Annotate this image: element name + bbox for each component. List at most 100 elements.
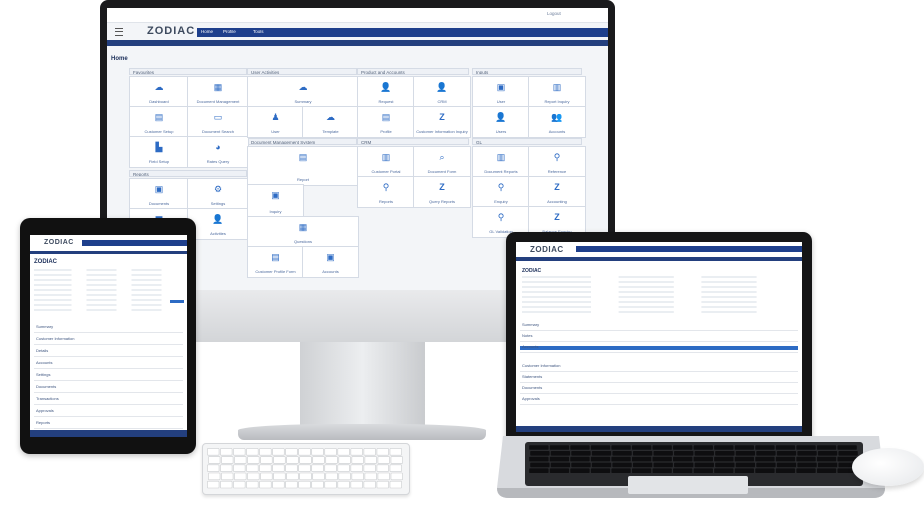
key — [220, 480, 233, 489]
tile[interactable]: ▦ Document Management — [187, 76, 249, 108]
panel-row[interactable]: Accounts — [520, 342, 798, 353]
key — [570, 468, 590, 473]
key — [755, 456, 775, 462]
tile[interactable]: ▣ Documents — [129, 178, 189, 210]
panel-row[interactable]: Customer Information — [520, 361, 798, 372]
tile[interactable]: ⚙ Settings — [187, 178, 249, 210]
tablet-action-button[interactable] — [170, 300, 184, 303]
key — [590, 468, 611, 473]
key — [674, 451, 694, 456]
key — [312, 456, 325, 464]
panel-row[interactable]: Summary — [34, 321, 183, 333]
tile[interactable]: ⚲ Reports — [357, 176, 415, 208]
panel-row[interactable]: Customer Information — [34, 333, 183, 345]
tile[interactable]: 👤 Request — [357, 76, 415, 108]
tile[interactable]: ☁ Dashboard — [129, 76, 189, 108]
section-dms: Document Management System — [247, 138, 357, 145]
panel-row[interactable]: Statements — [520, 372, 798, 383]
key — [797, 462, 817, 468]
key — [311, 480, 324, 489]
tile[interactable]: ▣ Inquiry — [247, 184, 304, 218]
tab-tools[interactable]: Tools — [253, 30, 264, 35]
key — [234, 456, 247, 464]
tile[interactable]: ♟ User — [247, 106, 304, 138]
tile[interactable]: ▤ Profile — [357, 106, 415, 138]
section-gl: GL — [472, 138, 582, 145]
tile[interactable]: ▭ Document Search — [187, 106, 249, 138]
tile[interactable]: ▥ Report Inquiry — [528, 76, 586, 108]
panel-row[interactable]: Settings — [34, 369, 183, 381]
key — [259, 448, 272, 456]
tile[interactable]: Z Customer Information Inquiry — [413, 106, 471, 138]
key — [285, 448, 298, 456]
tile[interactable]: Z Accounting — [528, 176, 586, 208]
tile[interactable]: ▦ Questions — [247, 216, 359, 248]
logout-link[interactable]: Logout — [547, 12, 561, 17]
panel-row[interactable]: Documents — [520, 383, 798, 394]
section-favourites: Favourites — [129, 68, 247, 75]
tile[interactable]: ▥ Customer Portal — [357, 146, 415, 178]
laptop-panel-list: Summary Notes Accounts Customer Information… — [520, 320, 798, 405]
tile[interactable]: ▣ Accounts — [302, 246, 359, 278]
laptop-touchpad[interactable] — [628, 476, 748, 494]
key — [775, 456, 796, 462]
location-icon: ⚲ — [497, 182, 505, 192]
panel-row[interactable]: Reports — [34, 417, 183, 429]
key — [590, 445, 611, 450]
key — [298, 448, 311, 456]
tile[interactable]: Z Query Reports — [413, 176, 471, 208]
tile[interactable]: ⌕ Document Form — [413, 146, 471, 178]
panel-row[interactable]: Summary — [520, 320, 798, 331]
document-icon: ▣ — [154, 184, 164, 194]
panel-row[interactable]: Accounts — [34, 357, 183, 369]
tile[interactable]: 👤 CRM — [413, 76, 471, 108]
tile[interactable]: ◕ Rates Query — [187, 136, 249, 168]
key — [338, 456, 351, 464]
menu-icon[interactable] — [115, 28, 123, 36]
monitor-top-bar — [107, 8, 608, 23]
tab-home[interactable]: Home — [201, 30, 213, 35]
key — [272, 464, 285, 472]
laptop-screen: ZODIAC ZODIAC Summary Notes Accounts Custom… — [516, 242, 802, 432]
tile[interactable]: ☁ Template — [302, 106, 359, 138]
tile[interactable]: ▤ Report — [247, 146, 359, 186]
cloud-icon: ☁ — [326, 112, 335, 122]
tile[interactable]: ▤ Customer Setup — [129, 106, 189, 138]
zodiac-icon: Z — [439, 112, 445, 122]
key — [735, 451, 756, 456]
panel-row[interactable]: Transactions — [34, 393, 183, 405]
tile[interactable]: ▙ Field Setup — [129, 136, 189, 168]
key — [351, 472, 364, 481]
tile[interactable]: ▥ Document Reports — [472, 146, 530, 178]
panel-row[interactable]: Documents — [34, 381, 183, 393]
key — [312, 472, 325, 481]
tile[interactable]: 👤 Activities — [187, 208, 249, 240]
laptop-footer — [516, 426, 802, 432]
panel-row[interactable]: Approvals — [520, 394, 798, 405]
key — [549, 456, 570, 462]
key — [311, 448, 324, 456]
laptop-brand-logo: ZODIAC — [530, 245, 564, 254]
tile[interactable]: 👥 Accounts — [528, 106, 586, 138]
tile[interactable]: 👤 Users — [472, 106, 530, 138]
key — [233, 480, 246, 489]
key — [208, 456, 221, 464]
tile[interactable]: ▣ User — [472, 76, 530, 108]
panel-row[interactable]: Notes — [520, 331, 798, 342]
tile[interactable]: ⚲ Enquiry — [472, 176, 530, 208]
tile[interactable]: ▤ Customer Profile Form — [247, 246, 304, 278]
pie-icon: ◕ — [215, 142, 221, 152]
tab-profile[interactable]: Profile — [223, 30, 236, 35]
key — [631, 456, 652, 462]
tile[interactable]: ⚲ Reference — [528, 146, 586, 178]
panel-row[interactable]: Details — [34, 345, 183, 357]
panel-row[interactable]: Approvals — [34, 405, 183, 417]
tablet-nav-bar — [82, 240, 187, 246]
location-icon: ⚲ — [553, 152, 561, 162]
tile[interactable]: ☁ Summary — [247, 76, 359, 108]
folder-icon: ▥ — [496, 152, 506, 162]
key — [612, 451, 632, 456]
key — [652, 445, 672, 450]
section-product-accounts: Product and Accounts — [357, 68, 469, 75]
key — [734, 445, 755, 450]
